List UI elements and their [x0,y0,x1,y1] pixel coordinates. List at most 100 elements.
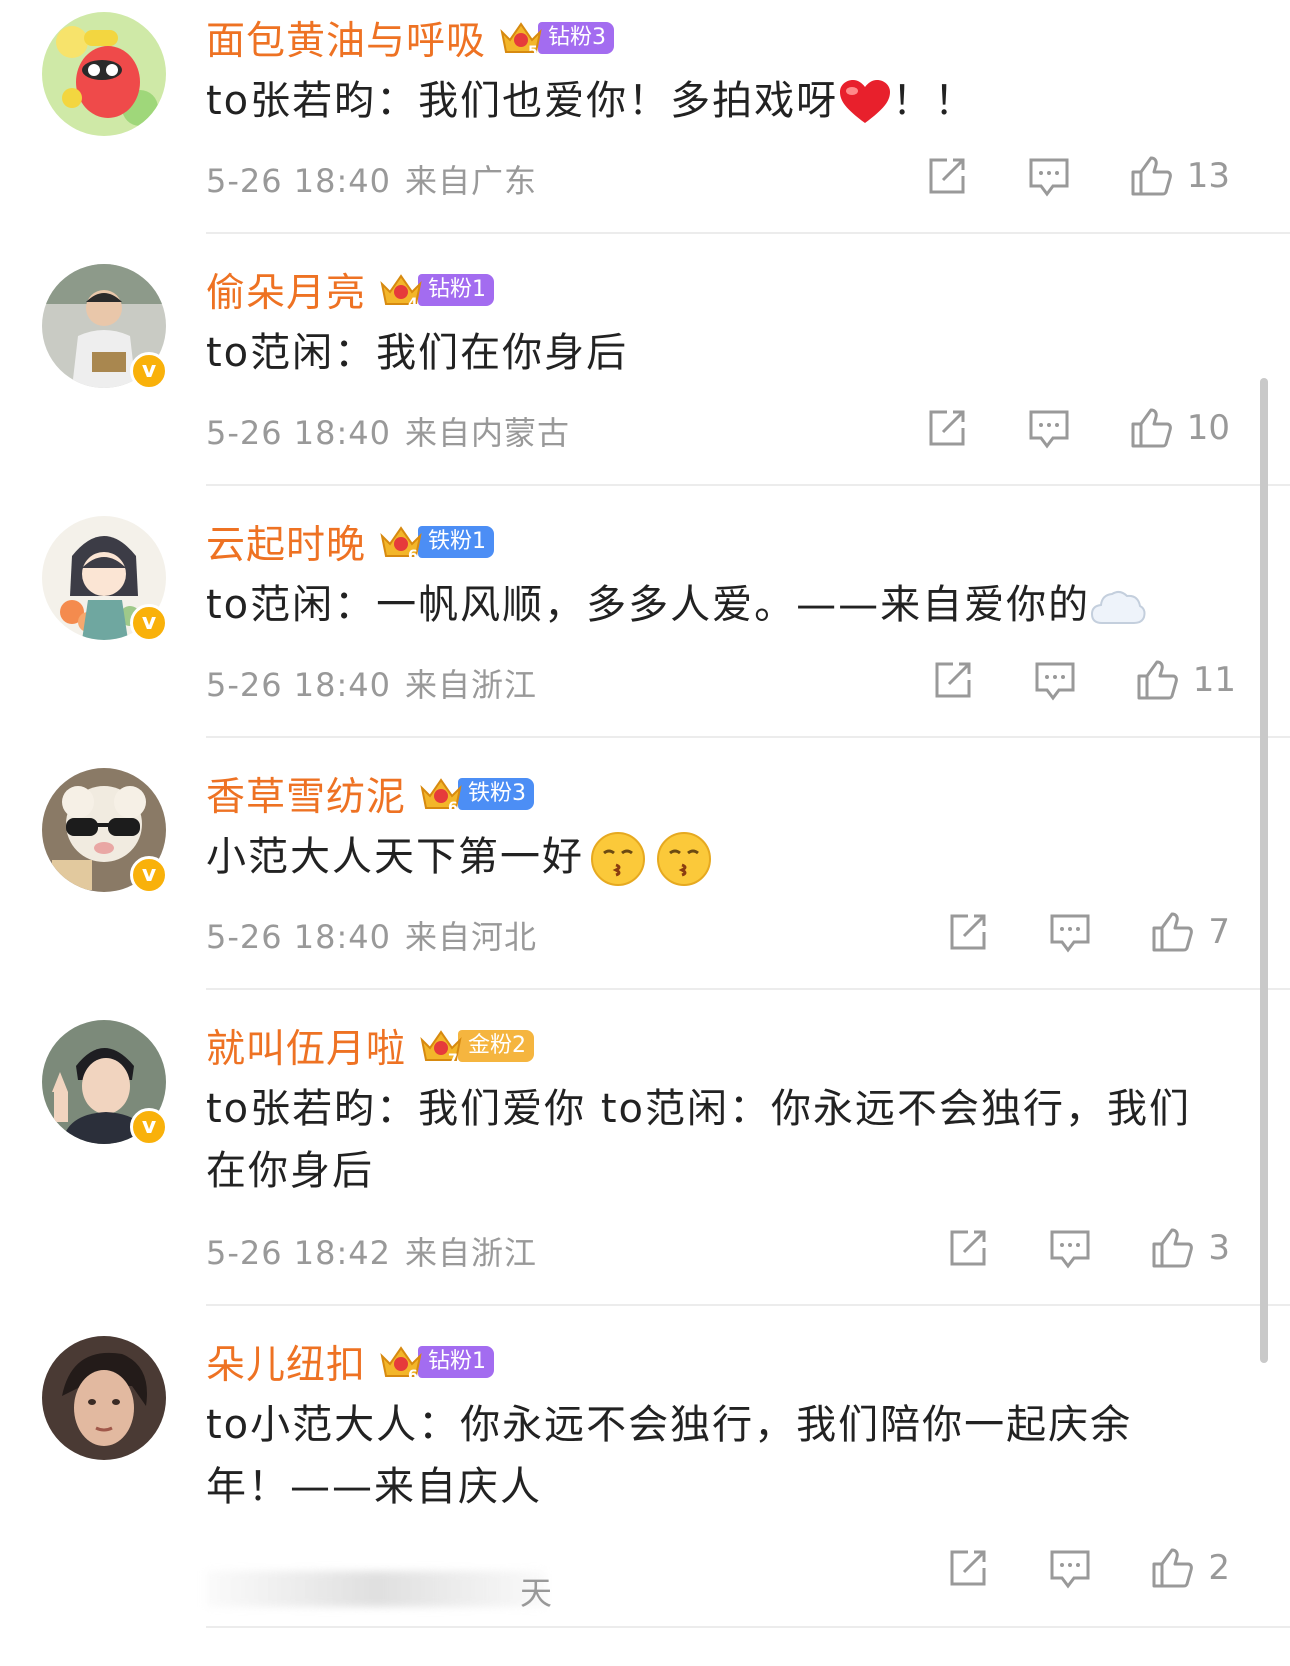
fan-badge-label: 铁粉1 [418,526,495,558]
fan-badge-label: 钻粉1 [418,274,495,306]
location: 来自内蒙古 [405,414,571,452]
timestamp: 5-26 18:40 [206,918,392,956]
like-icon [1152,1228,1194,1268]
fan-badge-label: 铁粉3 [458,778,535,810]
name-row: 偷朵月亮 4 钻粉1 [206,266,495,316]
like-icon [1131,408,1172,448]
reply-button[interactable] [1048,1546,1092,1590]
share-button[interactable] [946,1226,990,1270]
timestamp: 5-26 18:42 [206,1234,392,1272]
name-row: 云起时晚 6 铁粉1 [206,518,495,568]
svg-text:5: 5 [528,44,538,58]
crown-icon: 4 [380,274,422,310]
like-count: 7 [1208,912,1230,952]
reply-icon [1050,914,1090,953]
svg-text:6: 6 [408,548,418,562]
like-icon [1152,1548,1194,1588]
verified-badge: v [130,352,168,390]
svg-text:6: 6 [448,800,458,814]
reply-button[interactable] [1033,658,1077,702]
crown-icon: 6 [380,1346,422,1382]
location: 来自广东 [405,162,538,200]
location: 来自河北 [405,918,538,956]
cloud-emoji [1091,590,1146,624]
divider [206,1626,1290,1628]
name-row: 朵儿纽扣 6 钻粉1 [206,1338,495,1388]
like-icon [1137,660,1178,700]
username[interactable]: 香草雪纺泥 [206,766,406,822]
like-button[interactable]: 3 [1150,1226,1230,1270]
comment-body: to范闲：一帆风顺，多多人爱。——来自爱你的 [206,582,1091,628]
reply-icon [1029,158,1069,197]
timestamp: 5-26 18:40 [206,414,392,452]
fan-badge-label: 钻粉1 [418,1346,495,1378]
username[interactable]: 面包黄油与呼吸 [206,10,486,66]
action-bar: 7 [946,908,1230,956]
comment-meta: 5-26 18:40 来自广东 [206,156,537,202]
like-button[interactable]: 7 [1150,910,1230,954]
fan-badge[interactable]: 5 钻粉3 [498,21,615,58]
name-row: 香草雪纺泥 6 铁粉3 [206,770,535,820]
divider [206,1304,1290,1306]
reply-button[interactable] [1027,406,1071,450]
scrollbar[interactable] [1260,378,1268,1363]
like-button[interactable]: 2 [1150,1546,1230,1590]
comment-text: to范闲：一帆风顺，多多人爱。——来自爱你的 [206,574,1216,636]
comment-meta: 5-26 18:42 来自浙江 [206,1228,537,1274]
divider [206,484,1290,486]
share-button[interactable] [946,1546,990,1590]
avatar[interactable] [42,1336,166,1460]
share-icon [935,662,971,698]
fan-badge-label: 钻粉3 [538,22,615,54]
username[interactable]: 就叫伍月啦 [206,1018,406,1074]
kiss-emoji [591,832,645,886]
reply-icon [1029,410,1069,449]
comment-text: to张若昀：我们也爱你！多拍戏呀 ！！ [206,70,1216,132]
username[interactable]: 云起时晚 [206,514,366,570]
reply-button[interactable] [1027,154,1071,198]
svg-text:4: 4 [408,296,418,310]
share-button[interactable] [946,910,990,954]
share-icon [950,914,986,950]
fan-badge[interactable]: 6 钻粉1 [378,1345,495,1382]
reply-button[interactable] [1048,1226,1092,1270]
fan-badge[interactable]: 4 钻粉1 [378,273,495,310]
fan-badge[interactable]: 6 铁粉1 [378,525,495,562]
like-count: 10 [1186,408,1230,448]
reply-button[interactable] [1048,910,1092,954]
like-button[interactable]: 11 [1135,658,1236,702]
like-count: 2 [1208,1548,1230,1588]
verified-badge: v [130,856,168,894]
comment-text: to张若昀：我们爱你 to范闲：你永远不会独行，我们在你身后 [206,1086,1192,1194]
divider [206,736,1290,738]
like-icon [1131,156,1172,196]
reply-icon [1035,662,1075,701]
action-bar: 10 [925,404,1230,452]
fan-badge-label: 金粉2 [458,1030,535,1062]
divider [206,232,1290,234]
crown-icon: 6 [380,526,422,562]
comment-meta: 5-26 18:40 来自浙江 [206,660,537,706]
location: 来自浙江 [405,666,538,704]
action-bar: 2 [946,1544,1230,1592]
action-bar: 13 [925,152,1230,200]
comment-meta: 5-26 18:40 来自河北 [206,912,537,958]
avatar[interactable] [42,12,166,136]
crown-icon: 5 [500,22,542,58]
fan-badge[interactable]: 6 铁粉3 [418,777,535,814]
share-button[interactable] [925,154,969,198]
like-count: 3 [1208,1228,1230,1268]
share-button[interactable] [931,658,975,702]
username[interactable]: 偷朵月亮 [206,262,366,318]
reply-icon [1050,1230,1090,1269]
timestamp: 5-26 18:40 [206,666,392,704]
fan-badge[interactable]: 7 金粉2 [418,1029,535,1066]
comment-body: to张若昀：我们也爱你！多拍戏呀 [206,78,839,124]
username[interactable]: 朵儿纽扣 [206,1334,366,1390]
like-button[interactable]: 13 [1129,154,1230,198]
like-button[interactable]: 10 [1129,406,1230,450]
share-icon [929,158,965,194]
share-button[interactable] [925,406,969,450]
action-bar: 11 [931,656,1236,704]
crown-icon: 7 [420,1030,462,1066]
